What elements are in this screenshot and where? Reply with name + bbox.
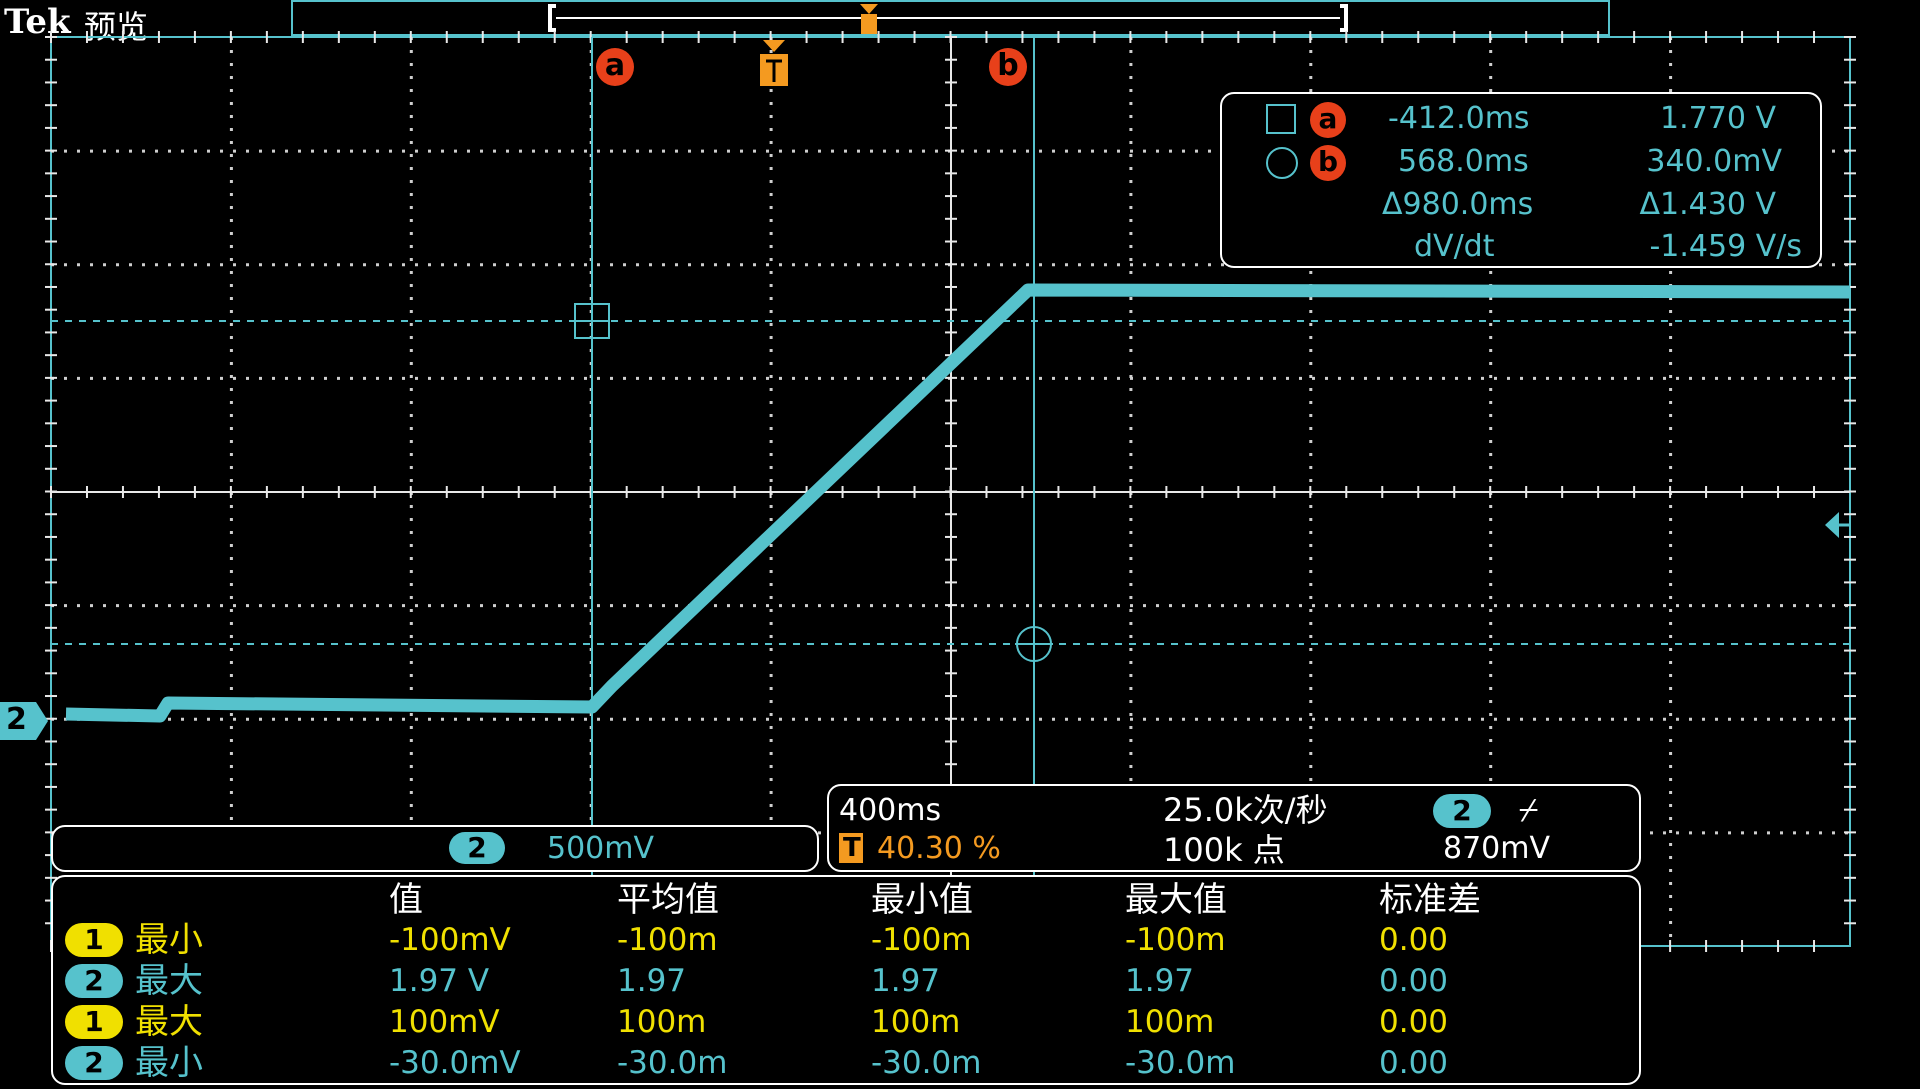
record-trigger-icon — [860, 4, 878, 14]
trigger-slope-icon: ⌿ — [1519, 791, 1539, 829]
cursor-a-readout-badge: a — [1310, 102, 1346, 138]
measurement-value: -30.0mV — [389, 1045, 521, 1081]
measurement-min: 100m — [871, 1004, 961, 1040]
cursor-a-time: -412.0ms — [1388, 101, 1530, 136]
cursor-rate-value: -1.459 V/s — [1649, 229, 1802, 264]
channel-2-scale-panel[interactable]: 2 500mV — [51, 825, 819, 872]
measurement-value: -100mV — [389, 922, 511, 958]
cursor-b-readout-badge: b — [1310, 145, 1346, 181]
trigger-channel-badge: 2 — [1433, 794, 1491, 828]
trigger-position-icon — [763, 40, 785, 52]
measurement-mean: -30.0m — [617, 1045, 728, 1081]
measurement-name: 最大 — [135, 961, 203, 1001]
cursor-delta-voltage: Δ1.430 V — [1639, 187, 1776, 222]
trigger-level-icon — [1825, 512, 1839, 538]
channel-2-badge: 2 — [65, 1046, 123, 1080]
measurement-max: -100m — [1125, 922, 1226, 958]
channel-1-badge: 1 — [65, 923, 123, 957]
measurement-mean: -100m — [617, 922, 718, 958]
measurement-table: 值 平均值 最小值 最大值 标准差 1 最小 -100mV -100m -100m -10… — [51, 875, 1641, 1085]
measurement-value: 1.97 V — [389, 963, 490, 999]
cursor-rate-label: dV/dt — [1414, 229, 1495, 264]
measurement-name: 最小 — [135, 920, 203, 960]
measurement-std: 0.00 — [1379, 963, 1449, 999]
measurement-std: 0.00 — [1379, 922, 1449, 958]
measurement-std: 0.00 — [1379, 1045, 1449, 1081]
cursor-a-voltage: 1.770 V — [1660, 101, 1776, 136]
cursor-readout-panel: a -412.0ms 1.770 V b 568.0ms 340.0mV Δ98… — [1220, 92, 1822, 268]
record-view-right-bracket — [1340, 4, 1348, 32]
measurement-max: -30.0m — [1125, 1045, 1236, 1081]
cursor-b-time: 568.0ms — [1398, 144, 1529, 179]
cursor-delta-time: Δ980.0ms — [1382, 187, 1534, 222]
measurement-name: 最小 — [135, 1043, 203, 1083]
trigger-level: 870mV — [1443, 831, 1551, 866]
trigger-icon-letter: T — [843, 833, 861, 863]
channel-2-scale: 500mV — [547, 831, 655, 866]
trigger-position: 40.30 % — [877, 831, 1001, 866]
channel-2-waveform — [65, 283, 1851, 723]
measurement-min: 1.97 — [871, 963, 941, 999]
channel-1-badge: 1 — [65, 1005, 123, 1039]
measurement-value: 100mV — [389, 1004, 500, 1040]
measurement-mean: 100m — [617, 1004, 707, 1040]
header-min: 最小值 — [871, 880, 973, 920]
record-view-left-bracket — [548, 4, 556, 32]
oscilloscope-screen: Tek 预览 a b 2 a -412.0ms 1.770 V b 568.0m… — [0, 0, 1920, 1089]
header-mean: 平均值 — [617, 880, 719, 920]
measurement-max: 1.97 — [1125, 963, 1195, 999]
timebase: 400ms — [839, 793, 942, 828]
sample-rate: 25.0k次/秒 — [1163, 791, 1328, 829]
cursor-a-badge[interactable]: a — [596, 48, 634, 86]
measurement-min: -30.0m — [871, 1045, 982, 1081]
measurement-std: 0.00 — [1379, 1004, 1449, 1040]
square-icon — [1266, 104, 1296, 134]
measurement-mean: 1.97 — [617, 963, 687, 999]
horizontal-trigger-panel[interactable]: 400ms T 40.30 % 25.0k次/秒 100k 点 2 ⌿ 870m… — [827, 784, 1641, 872]
channel-2-ground-label: 2 — [6, 702, 27, 737]
measurement-max: 100m — [1125, 1004, 1215, 1040]
channel-2-badge: 2 — [449, 832, 505, 864]
measurement-min: -100m — [871, 922, 972, 958]
trigger-position-label: T — [764, 53, 765, 54]
header-max: 最大值 — [1125, 880, 1227, 920]
cursor-b-badge[interactable]: b — [989, 48, 1027, 86]
measurement-name: 最大 — [135, 1002, 203, 1042]
header-value: 值 — [389, 880, 423, 920]
channel-2-badge: 2 — [65, 964, 123, 998]
header-stddev: 标准差 — [1379, 880, 1481, 920]
record-length: 100k 点 — [1163, 831, 1285, 869]
circle-icon — [1266, 147, 1298, 179]
cursor-b-voltage: 340.0mV — [1646, 144, 1782, 179]
